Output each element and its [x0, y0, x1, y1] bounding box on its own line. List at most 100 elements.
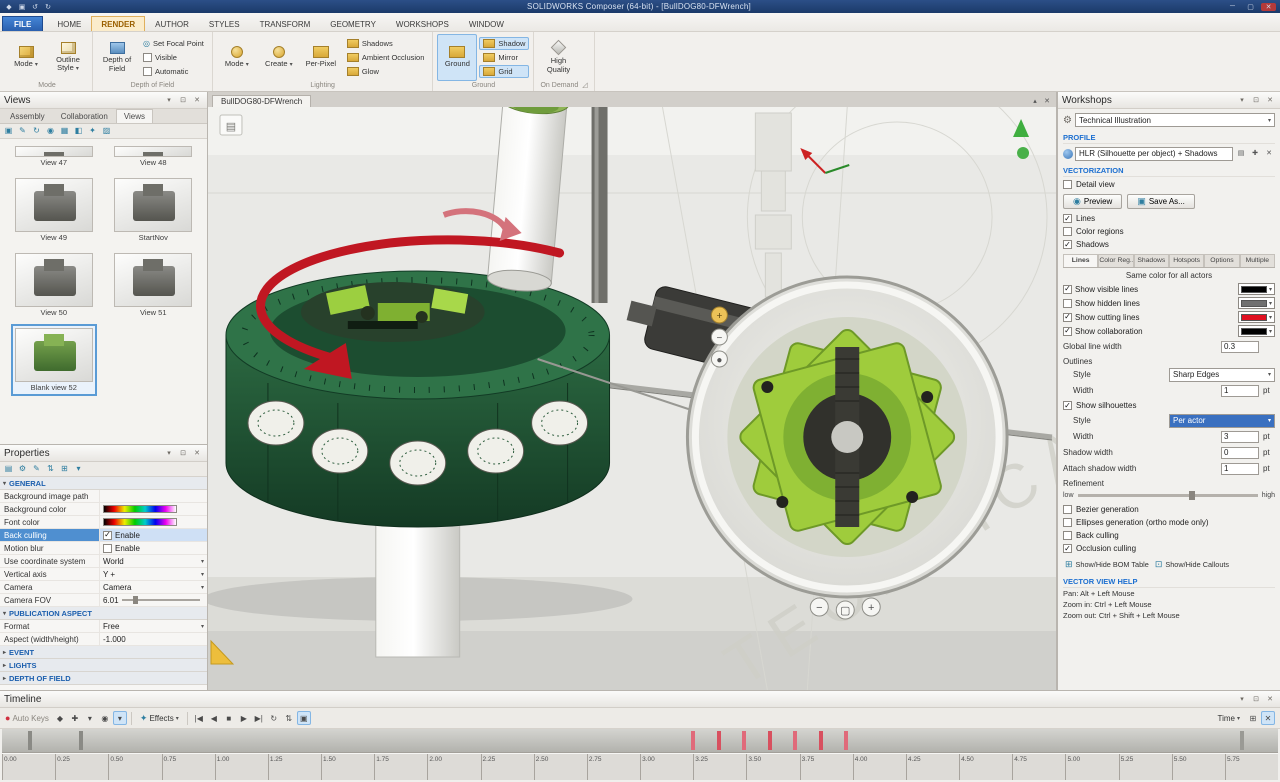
property-row-vertical-axis[interactable]: Vertical axis Y +▾: [0, 568, 207, 581]
lighting-option-button[interactable]: Glow: [343, 65, 429, 78]
vectorization-option-checkbox[interactable]: Ellipses generation (ortho mode only): [1063, 516, 1275, 529]
views-tab[interactable]: Assembly: [2, 109, 53, 123]
views-toolbar-button[interactable]: ↻: [30, 125, 43, 137]
ribbon-tab[interactable]: STYLES: [199, 16, 250, 31]
preview-button[interactable]: ◉ Preview: [1063, 194, 1122, 209]
panel-menu-icon[interactable]: ▾: [163, 96, 175, 104]
minimize-button[interactable]: ─: [1225, 3, 1240, 10]
show-silhouettes-checkbox[interactable]: ✓ Show silhouettes: [1063, 399, 1275, 412]
chevron-down-icon[interactable]: ▾: [201, 571, 204, 578]
properties-toolbar-button[interactable]: ✎: [30, 463, 43, 475]
line-color-dropdown[interactable]: ▾: [1238, 297, 1275, 309]
ground-option-button[interactable]: Grid: [479, 65, 529, 78]
keyframe-marker[interactable]: [717, 731, 721, 750]
time-mode-button[interactable]: Time ▾: [1214, 711, 1245, 726]
timeline-view-button[interactable]: ⊞: [1246, 711, 1260, 725]
playback-button[interactable]: ⇅: [282, 711, 296, 725]
keyframe-marker[interactable]: [28, 731, 32, 750]
vectorization-tab[interactable]: Shadows: [1134, 254, 1169, 267]
save-profile-icon[interactable]: ▤: [1235, 148, 1247, 160]
chevron-down-icon[interactable]: ▾: [201, 558, 204, 565]
ribbon-tab[interactable]: RENDER: [91, 16, 145, 31]
show-hide-bom-table-button[interactable]: ⊞ Show/Hide BOM Table: [1063, 558, 1151, 571]
property-row-coordinate-system[interactable]: Use coordinate system World▾: [0, 555, 207, 568]
property-row-motion-blur[interactable]: Motion blur Enable: [0, 542, 207, 555]
keyframe-marker[interactable]: [768, 731, 772, 750]
close-icon[interactable]: ✕: [191, 96, 203, 104]
file-menu-button[interactable]: FILE: [2, 16, 43, 31]
views-toolbar-button[interactable]: ▦: [58, 125, 71, 137]
checkbox[interactable]: [103, 544, 112, 553]
view-thumbnail[interactable]: View 51: [110, 249, 196, 321]
view-thumbnail[interactable]: Blank view 52: [11, 324, 97, 396]
chevron-down-icon[interactable]: ▾: [201, 623, 204, 630]
color-gradient-swatch[interactable]: [103, 505, 177, 513]
automatic-checkbox[interactable]: Automatic: [139, 65, 208, 78]
pin-icon[interactable]: ⊡: [1250, 96, 1262, 104]
profile-selector[interactable]: HLR (Silhouette per object) + Shadows: [1075, 147, 1233, 161]
undo-icon[interactable]: ↺: [30, 3, 40, 11]
vectorization-tab[interactable]: Lines: [1063, 254, 1098, 267]
outline-width-input[interactable]: 1: [1221, 385, 1259, 397]
properties-section-depth-of-field[interactable]: ▸ DEPTH OF FIELD: [0, 672, 207, 685]
slider-handle[interactable]: [133, 596, 138, 604]
depth-of-field-button[interactable]: Depth of Field: [97, 34, 137, 81]
panel-menu-icon[interactable]: ▾: [163, 449, 175, 457]
property-row-camera[interactable]: Camera Camera▾: [0, 581, 207, 594]
lighting-create-button[interactable]: Create ▾: [259, 34, 299, 81]
close-icon[interactable]: ✕: [191, 449, 203, 457]
keyframe-marker[interactable]: [79, 731, 83, 750]
close-button[interactable]: ✕: [1261, 3, 1276, 11]
save-as-button[interactable]: ▣ Save As...: [1127, 194, 1195, 209]
show-hide-callouts-button[interactable]: ⊡ Show/Hide Callouts: [1153, 558, 1231, 571]
redo-icon[interactable]: ↻: [43, 3, 53, 11]
viewport-scene[interactable]: TECHNICAL: [208, 107, 1056, 690]
pin-icon[interactable]: ⊡: [177, 96, 189, 104]
vectorization-tab[interactable]: Hotspots: [1169, 254, 1204, 267]
playback-button[interactable]: ▶|: [252, 711, 266, 725]
line-color-dropdown[interactable]: ▾: [1238, 283, 1275, 295]
save-icon[interactable]: ▣: [17, 3, 27, 11]
views-tab[interactable]: Collaboration: [53, 109, 116, 123]
line-color-dropdown[interactable]: ▾: [1238, 311, 1275, 323]
views-toolbar-button[interactable]: ▣: [2, 125, 15, 137]
property-row-background-image-path[interactable]: Background image path: [0, 490, 207, 503]
keyframe-marker[interactable]: [1240, 731, 1244, 750]
ribbon-tab[interactable]: WINDOW: [459, 16, 514, 31]
views-toolbar-button[interactable]: ✎: [16, 125, 29, 137]
ribbon-tab[interactable]: AUTHOR: [145, 16, 199, 31]
playback-button[interactable]: ◀: [207, 711, 221, 725]
outline-style-dropdown[interactable]: Sharp Edges ▾: [1169, 368, 1275, 382]
views-tab[interactable]: Views: [116, 109, 153, 123]
keyframe-marker[interactable]: [793, 731, 797, 750]
effects-button[interactable]: ✦ Effects ▾: [136, 711, 183, 726]
tab-close-icon[interactable]: ✕: [1042, 97, 1052, 105]
keyframe-marker[interactable]: [691, 731, 695, 750]
property-row-background-color[interactable]: Background color: [0, 503, 207, 516]
property-row-back-culling[interactable]: Back culling ✓ Enable: [0, 529, 207, 542]
ground-button[interactable]: Ground: [437, 34, 477, 81]
render-output-checkbox[interactable]: Color regions: [1063, 225, 1275, 238]
properties-toolbar-button[interactable]: ▤: [2, 463, 15, 475]
render-output-checkbox[interactable]: ✓ Lines: [1063, 212, 1275, 225]
playback-button[interactable]: ■: [222, 711, 236, 725]
render-output-checkbox[interactable]: ✓ Shadows: [1063, 238, 1275, 251]
slider-handle[interactable]: [1189, 491, 1195, 500]
view-thumbnail[interactable]: View 47: [11, 142, 97, 171]
vectorization-tab[interactable]: Multiple: [1240, 254, 1275, 267]
chevron-down-icon[interactable]: ▾: [201, 584, 204, 591]
ribbon-tab[interactable]: TRANSFORM: [250, 16, 321, 31]
vectorization-tab[interactable]: Options: [1204, 254, 1239, 267]
visible-checkbox[interactable]: Visible: [139, 51, 208, 64]
viewport-corner-tool[interactable]: ▤: [220, 115, 242, 135]
ribbon-tab[interactable]: HOME: [47, 16, 91, 31]
property-row-format[interactable]: Format Free▾: [0, 620, 207, 633]
line-option-row[interactable]: Show hidden lines ▾: [1063, 296, 1275, 310]
properties-section-general[interactable]: ▾ GENERAL: [0, 477, 207, 490]
viewport-canvas[interactable]: TECHNICAL: [208, 107, 1056, 690]
ribbon-tab[interactable]: WORKSHOPS: [386, 16, 459, 31]
keyframe-marker[interactable]: [742, 731, 746, 750]
record-icon[interactable]: ●: [5, 713, 10, 723]
property-row-aspect[interactable]: Aspect (width/height) -1.000: [0, 633, 207, 646]
maximize-button[interactable]: ▢: [1243, 3, 1258, 11]
